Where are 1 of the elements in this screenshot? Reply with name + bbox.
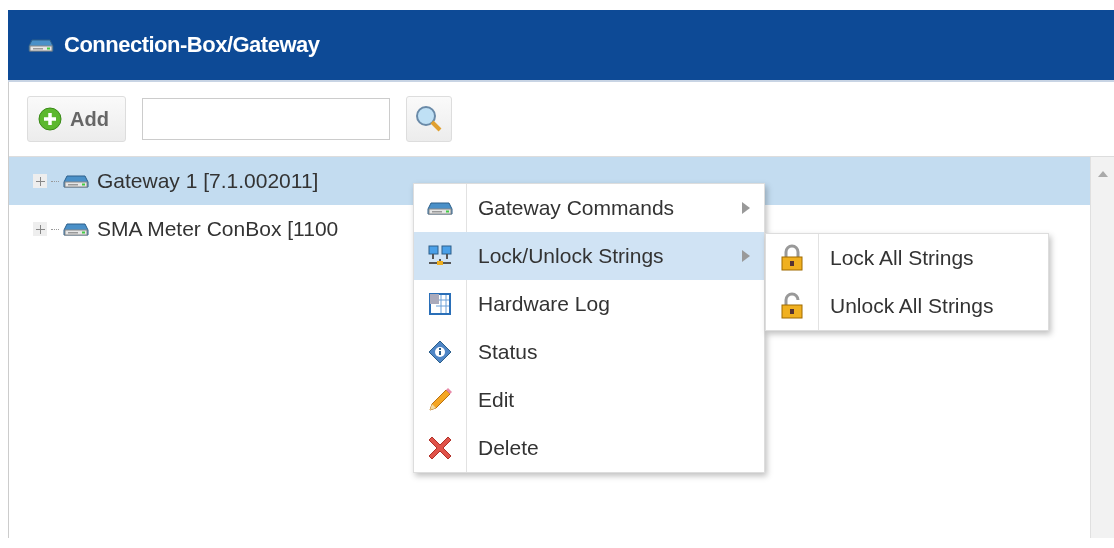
panel-title: Connection-Box/Gateway <box>64 32 320 58</box>
